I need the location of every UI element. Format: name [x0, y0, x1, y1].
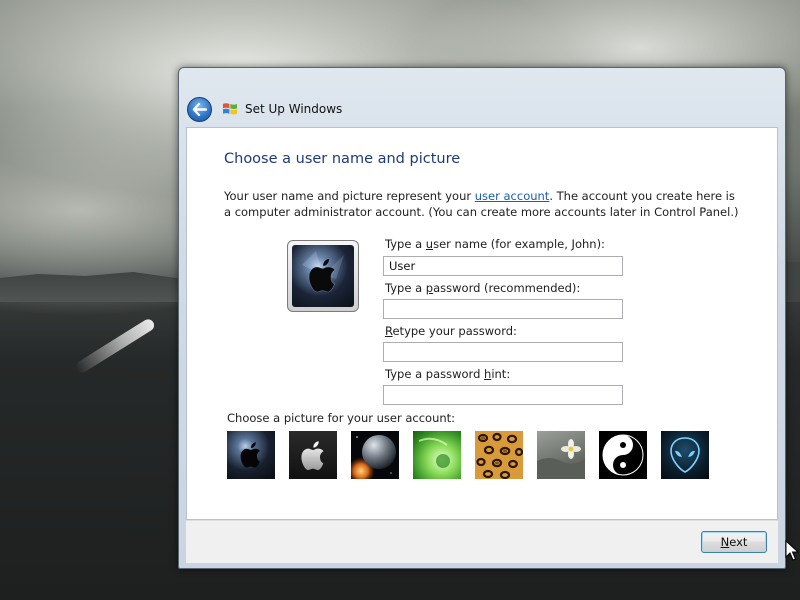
title-bar: Set Up Windows	[179, 68, 785, 128]
picture-option-yin-yang[interactable]	[599, 431, 647, 479]
retype-label-text: etype your password:	[392, 324, 517, 338]
picture-option-planet[interactable]	[351, 431, 399, 479]
username-label-text-end: ser name (for example, John):	[433, 237, 605, 251]
picture-option-apple-dark[interactable]	[227, 431, 275, 479]
apple-silver-icon	[301, 441, 324, 470]
hint-label-text: Type a password	[385, 367, 485, 381]
page-heading: Choose a user name and picture	[224, 151, 461, 167]
page-description: Your user name and picture represent you…	[224, 188, 744, 220]
retype-password-input[interactable]	[383, 342, 623, 362]
background-shoreline	[0, 272, 190, 302]
picture-chooser-label: Choose a picture for your user account:	[227, 411, 456, 425]
mouse-cursor-icon	[785, 540, 799, 561]
next-button[interactable]: Next	[701, 531, 767, 553]
password-hint-input[interactable]	[383, 385, 623, 405]
selected-user-picture	[287, 240, 359, 312]
picture-option-apple-silver[interactable]	[289, 431, 337, 479]
leopard-pattern-icon	[476, 432, 523, 479]
picture-option-leopard[interactable]	[475, 431, 523, 479]
flower-icon	[537, 439, 585, 479]
username-label: Type a user name (for example, John):	[385, 237, 605, 251]
hint-label-text-end: int:	[491, 367, 511, 381]
picture-option-green-abstract[interactable]	[413, 431, 461, 479]
password-label-text: Type a	[385, 281, 426, 295]
retype-password-label: Retype your password:	[385, 324, 517, 338]
windows-flag-icon	[223, 103, 237, 115]
username-label-text: Type a	[385, 237, 426, 251]
description-text-start: Your user name and picture represent you…	[224, 189, 475, 203]
yin-yang-icon	[602, 434, 644, 476]
picture-option-flower[interactable]	[537, 431, 585, 479]
setup-window: Set Up Windows Choose a user name and pi…	[178, 67, 786, 569]
password-label-accesskey: p	[425, 281, 434, 295]
content-panel: Choose a user name and picture Your user…	[186, 127, 778, 520]
selected-picture-image	[292, 245, 354, 307]
alien-head-icon	[670, 437, 700, 473]
back-button[interactable]	[187, 97, 212, 122]
next-button-label: ext	[729, 535, 748, 549]
background-boat-wake	[73, 317, 157, 375]
footer-bar: Next	[186, 520, 778, 563]
username-label-accesskey: u	[425, 237, 434, 251]
window-title: Set Up Windows	[245, 102, 343, 116]
password-label-text-end: assword (recommended):	[433, 281, 581, 295]
username-input[interactable]	[383, 256, 623, 276]
password-input[interactable]	[383, 299, 623, 319]
apple-dark-icon	[240, 442, 260, 468]
password-hint-label: Type a password hint:	[385, 367, 510, 381]
password-label: Type a password (recommended):	[385, 281, 580, 295]
back-arrow-icon	[192, 103, 207, 116]
green-abstract-icon	[418, 437, 450, 468]
next-button-accesskey: N	[720, 535, 730, 549]
planet-icon	[351, 435, 396, 479]
user-account-link[interactable]: user account	[475, 189, 550, 203]
apple-logo-icon	[302, 251, 344, 293]
picture-option-alien[interactable]	[661, 431, 709, 479]
